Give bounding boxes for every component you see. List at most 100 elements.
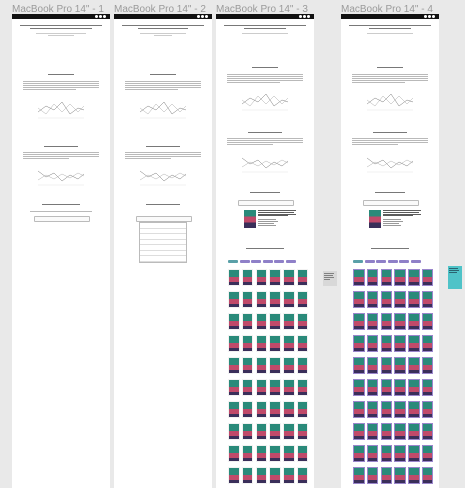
genre-tag[interactable] <box>251 260 261 263</box>
book-tile[interactable] <box>241 379 254 396</box>
genre-tag[interactable] <box>228 260 238 263</box>
book-tile[interactable] <box>380 357 393 374</box>
book-tile[interactable] <box>296 401 309 418</box>
book-tile[interactable] <box>421 357 434 374</box>
book-tile[interactable] <box>353 379 365 396</box>
book-tile[interactable] <box>283 467 295 484</box>
genre-tag[interactable] <box>353 260 363 263</box>
book-result-card[interactable] <box>244 210 298 238</box>
genre-tag[interactable] <box>399 260 409 263</box>
book-tile[interactable] <box>394 467 406 484</box>
genre-tag[interactable] <box>387 260 398 263</box>
book-tile[interactable] <box>380 467 393 484</box>
annotation-note-gray[interactable] <box>323 271 337 286</box>
book-tile[interactable] <box>421 401 434 418</box>
book-tile[interactable] <box>228 291 240 308</box>
book-tile[interactable] <box>394 291 406 308</box>
book-tile[interactable] <box>255 467 268 484</box>
book-tile[interactable] <box>296 269 309 286</box>
book-tile[interactable] <box>255 269 268 286</box>
book-tile[interactable] <box>255 291 268 308</box>
book-tile[interactable] <box>283 401 295 418</box>
book-tile[interactable] <box>269 467 281 484</box>
book-tile[interactable] <box>228 269 240 286</box>
book-tile[interactable] <box>380 401 393 418</box>
book-tile[interactable] <box>408 423 420 440</box>
book-tile[interactable] <box>394 335 406 352</box>
book-tile[interactable] <box>255 357 268 374</box>
book-tile[interactable] <box>255 445 268 462</box>
book-tile[interactable] <box>228 313 240 330</box>
book-tile[interactable] <box>241 335 254 352</box>
book-tile[interactable] <box>366 357 379 374</box>
book-tile[interactable] <box>380 335 393 352</box>
book-tile[interactable] <box>241 269 254 286</box>
book-tile[interactable] <box>241 401 254 418</box>
book-tile[interactable] <box>366 379 379 396</box>
book-tile[interactable] <box>269 291 281 308</box>
book-tile[interactable] <box>255 379 268 396</box>
book-tile[interactable] <box>408 401 420 418</box>
book-tile[interactable] <box>421 335 434 352</box>
book-tile[interactable] <box>269 313 281 330</box>
book-tile[interactable] <box>228 467 240 484</box>
book-tile[interactable] <box>421 423 434 440</box>
book-result-card[interactable] <box>369 210 423 238</box>
book-tile[interactable] <box>353 445 365 462</box>
book-tile[interactable] <box>408 357 420 374</box>
book-tile[interactable] <box>269 423 281 440</box>
book-tile[interactable] <box>241 423 254 440</box>
book-tile[interactable] <box>421 313 434 330</box>
genre-tag[interactable] <box>285 260 296 263</box>
book-tile[interactable] <box>394 401 406 418</box>
book-tile[interactable] <box>421 467 434 484</box>
book-tile[interactable] <box>269 379 281 396</box>
genre-tag[interactable] <box>410 260 421 263</box>
artboard-2[interactable] <box>114 14 212 488</box>
book-tile[interactable] <box>421 379 434 396</box>
book-tile[interactable] <box>228 379 240 396</box>
book-tile[interactable] <box>269 401 281 418</box>
book-tile[interactable] <box>366 313 379 330</box>
book-tile[interactable] <box>408 445 420 462</box>
genre-tag[interactable] <box>364 260 375 263</box>
book-tile[interactable] <box>394 423 406 440</box>
book-tile[interactable] <box>296 313 309 330</box>
book-tile[interactable] <box>366 423 379 440</box>
book-tile[interactable] <box>241 467 254 484</box>
book-tile[interactable] <box>408 291 420 308</box>
book-tile[interactable] <box>269 335 281 352</box>
book-tile[interactable] <box>353 269 365 286</box>
book-tile[interactable] <box>366 445 379 462</box>
book-tile[interactable] <box>283 423 295 440</box>
genre-tag[interactable] <box>274 260 284 263</box>
book-tile[interactable] <box>394 445 406 462</box>
book-tile[interactable] <box>228 357 240 374</box>
book-tile[interactable] <box>228 401 240 418</box>
book-tile[interactable] <box>366 401 379 418</box>
book-tile[interactable] <box>269 357 281 374</box>
genre-tag[interactable] <box>376 260 386 263</box>
book-tile[interactable] <box>296 445 309 462</box>
book-tile[interactable] <box>380 291 393 308</box>
book-tile[interactable] <box>269 269 281 286</box>
book-tile[interactable] <box>296 291 309 308</box>
book-tile[interactable] <box>353 335 365 352</box>
search-suggestions[interactable] <box>139 222 187 263</box>
book-tile[interactable] <box>296 467 309 484</box>
artboard-4[interactable] <box>341 14 439 488</box>
genre-tag[interactable] <box>262 260 273 263</box>
book-tile[interactable] <box>394 313 406 330</box>
book-tile[interactable] <box>296 335 309 352</box>
book-tile[interactable] <box>380 445 393 462</box>
book-tile[interactable] <box>283 291 295 308</box>
book-tile[interactable] <box>255 335 268 352</box>
book-tile[interactable] <box>366 269 379 286</box>
book-tile[interactable] <box>394 269 406 286</box>
book-tile[interactable] <box>296 423 309 440</box>
genre-tag[interactable] <box>239 260 250 263</box>
book-tile[interactable] <box>255 313 268 330</box>
book-tile[interactable] <box>408 335 420 352</box>
book-tile[interactable] <box>353 401 365 418</box>
book-tile[interactable] <box>421 269 434 286</box>
